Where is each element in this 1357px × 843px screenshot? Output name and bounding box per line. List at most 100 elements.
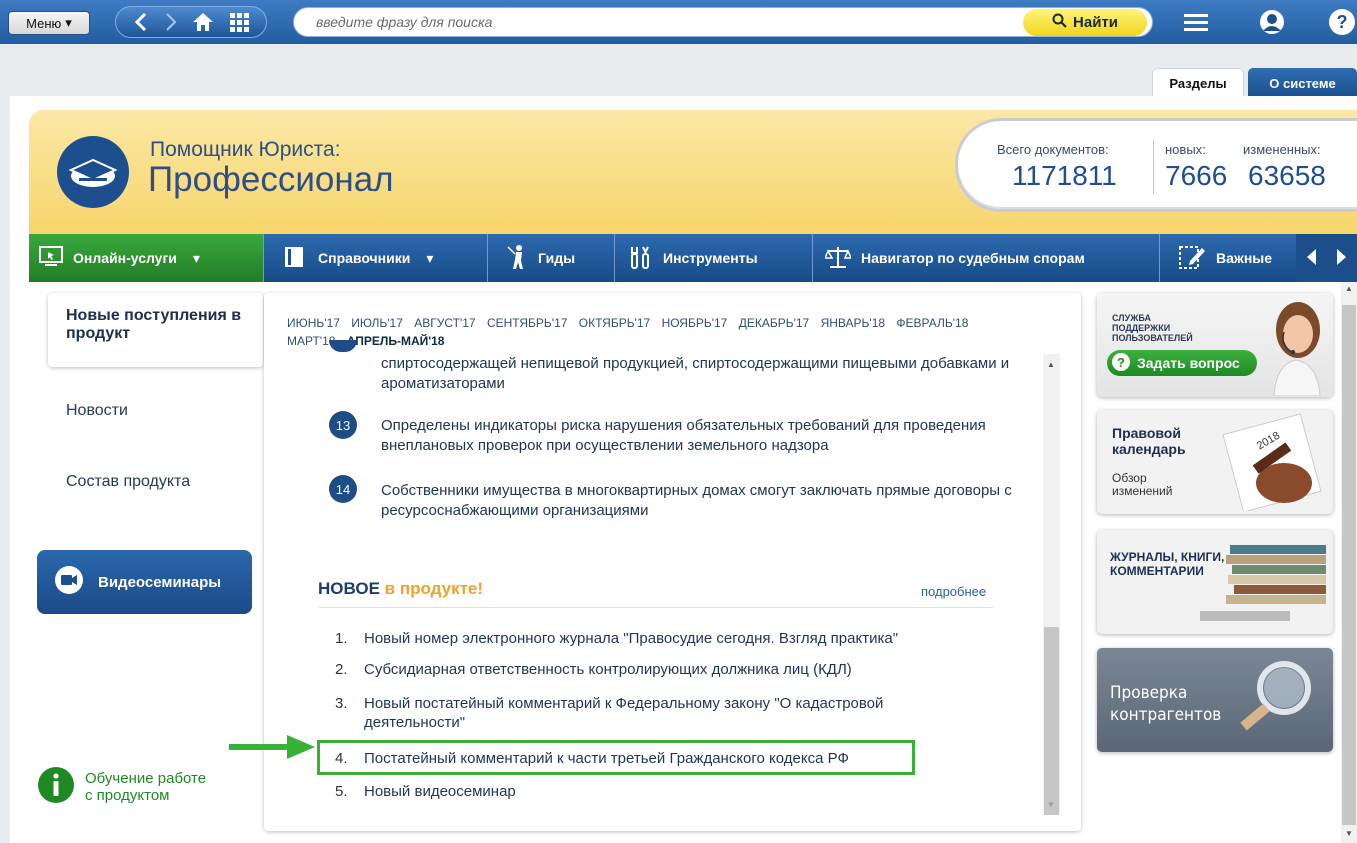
page-scrollbar-thumb[interactable] bbox=[1342, 305, 1356, 825]
new-in-product-title: НОВОЕ в продукте! bbox=[318, 579, 483, 599]
nav-label: Гиды bbox=[538, 250, 576, 266]
info-icon bbox=[37, 766, 75, 807]
magnifier-icon bbox=[1240, 661, 1311, 731]
nav-label: Онлайн-услуги bbox=[73, 250, 177, 266]
search-icon bbox=[1052, 13, 1067, 32]
month-link[interactable]: ИЮЛЬ'17 bbox=[351, 316, 403, 330]
new-product-item[interactable]: 5. Новый видеосеминар bbox=[335, 782, 955, 801]
nav-online-services[interactable]: Онлайн-услуги ▾ bbox=[29, 234, 264, 282]
hamburger-menu-icon[interactable] bbox=[1181, 8, 1211, 36]
changed-docs-label: измененных: bbox=[1243, 142, 1321, 157]
total-docs-value: 1171811 bbox=[1012, 160, 1117, 191]
scroll-down-icon[interactable]: ▼ bbox=[1047, 800, 1055, 809]
home-icon[interactable] bbox=[192, 12, 214, 32]
calendar-subtitle: Обзор изменений bbox=[1112, 472, 1172, 498]
ask-label: Задать вопрос bbox=[1137, 355, 1240, 371]
check-line1: Проверка bbox=[1110, 683, 1188, 703]
new-product-item[interactable]: 3. Новый постатейный комментарий к Федер… bbox=[335, 694, 955, 732]
navbar-scroll-arrows bbox=[1296, 234, 1357, 282]
sidebar-item-composition[interactable]: Состав продукта bbox=[66, 473, 190, 491]
video-seminars-label: Видеосеминары bbox=[98, 573, 222, 591]
check-line2: контрагентов bbox=[1110, 705, 1222, 725]
calendar-sub2: изменений bbox=[1112, 484, 1173, 498]
scroll-down-icon[interactable]: ▼ bbox=[1345, 829, 1353, 838]
sidebar-item-label: Новые поступления в продукт bbox=[66, 307, 242, 342]
book-stack-icon bbox=[1200, 545, 1326, 621]
month-link[interactable]: ЯНВАРЬ'18 bbox=[821, 316, 885, 330]
nav-reference-books[interactable]: Справочники ▾ bbox=[264, 234, 488, 282]
tab-sections[interactable]: Разделы bbox=[1152, 68, 1244, 98]
find-button[interactable]: Найти bbox=[1023, 9, 1147, 36]
user-profile-icon[interactable] bbox=[1257, 8, 1287, 36]
month-link[interactable]: АВГУСТ'17 bbox=[414, 316, 475, 330]
scroll-up-icon[interactable]: ▲ bbox=[1047, 360, 1055, 369]
calendar-title: Правовой календарь bbox=[1112, 425, 1186, 457]
new-product-item[interactable]: 2. Субсидиарная ответственность контроли… bbox=[335, 660, 955, 679]
caret-down-icon: ▾ bbox=[65, 15, 72, 30]
nav-important[interactable]: Важные bbox=[1160, 234, 1296, 282]
new-docs-value[interactable]: 7666 bbox=[1165, 160, 1227, 192]
forward-icon[interactable] bbox=[164, 12, 178, 32]
month-link[interactable]: ОКТЯБРЬ'17 bbox=[579, 316, 650, 330]
nav-guides[interactable]: Гиды bbox=[488, 234, 615, 282]
learning-line1: Обучение работе bbox=[85, 769, 207, 787]
changed-docs-value[interactable]: 63658 bbox=[1248, 160, 1326, 192]
item-text: Новый номер электронного журнала "Правос… bbox=[364, 630, 899, 647]
panel-scrollbar-thumb[interactable] bbox=[1044, 627, 1059, 815]
monitor-icon bbox=[39, 245, 63, 271]
month-link-active[interactable]: АПРЕЛЬ-МАЙ'18 bbox=[347, 334, 445, 348]
more-link[interactable]: подробнее bbox=[921, 584, 986, 599]
find-label: Найти bbox=[1073, 14, 1118, 31]
month-link[interactable]: НОЯБРЬ'17 bbox=[662, 316, 728, 330]
news-item-text[interactable]: Собственники имущества в многоквартирных… bbox=[381, 481, 1021, 521]
scroll-up-icon[interactable]: ▲ bbox=[1345, 284, 1353, 293]
video-seminars-button[interactable]: Видеосеминары bbox=[37, 550, 252, 614]
support-line2: ПОДДЕРЖКИ bbox=[1112, 323, 1171, 333]
tab-about[interactable]: О системе bbox=[1248, 68, 1357, 98]
news-number-badge: 14 bbox=[329, 475, 357, 503]
support-line3: ПОЛЬЗОВАТЕЛЕЙ bbox=[1112, 333, 1193, 343]
learning-line2: с продуктом bbox=[85, 786, 170, 804]
support-operator-avatar bbox=[1273, 302, 1321, 396]
total-docs-label: Всего документов: bbox=[997, 142, 1109, 157]
item-text: Новый постатейный комментарий к Федераль… bbox=[364, 695, 884, 731]
scroll-left-icon[interactable] bbox=[1305, 248, 1317, 269]
svg-text:?: ? bbox=[1117, 355, 1125, 370]
search-input[interactable] bbox=[316, 14, 996, 30]
calendar-line1: Правовой bbox=[1112, 425, 1181, 441]
back-icon[interactable] bbox=[133, 12, 149, 32]
navigation-group bbox=[115, 6, 267, 38]
edit-document-icon bbox=[1178, 244, 1206, 273]
brand-subtitle: Профессионал bbox=[148, 160, 394, 199]
month-link[interactable]: ФЕВРАЛЬ'18 bbox=[896, 316, 968, 330]
nav-tools[interactable]: Инструменты bbox=[615, 234, 813, 282]
calendar-line2: календарь bbox=[1112, 441, 1186, 457]
news-item-text[interactable]: спиртосодержащей непищевой продукцией, с… bbox=[381, 354, 1021, 394]
nav-label: Справочники bbox=[318, 250, 411, 266]
ask-question-button[interactable]: ? Задать вопрос bbox=[1107, 350, 1257, 376]
month-link[interactable]: ДЕКАБРЬ'17 bbox=[739, 316, 810, 330]
highlight-frame bbox=[317, 740, 915, 775]
learning-link[interactable]: Обучение работе с продуктом bbox=[37, 766, 206, 807]
scroll-right-icon[interactable] bbox=[1336, 248, 1348, 269]
menu-button[interactable]: Меню ▾ bbox=[8, 11, 90, 35]
menu-label: Меню bbox=[26, 15, 62, 31]
stats-divider bbox=[1153, 140, 1154, 194]
month-link[interactable]: СЕНТЯБРЬ'17 bbox=[487, 316, 567, 330]
nav-label: Инструменты bbox=[663, 250, 758, 266]
new-title-part1: НОВОЕ bbox=[318, 579, 380, 598]
sidebar-item-news[interactable]: Новости bbox=[66, 402, 128, 420]
new-product-item[interactable]: 1. Новый номер электронного журнала "Пра… bbox=[335, 629, 955, 648]
caret-down-icon: ▾ bbox=[192, 249, 200, 266]
help-icon[interactable]: ? bbox=[1327, 8, 1357, 36]
news-item-text[interactable]: Определены индикаторы риска нарушения об… bbox=[381, 416, 1021, 456]
grid-icon[interactable] bbox=[229, 12, 249, 32]
scales-icon bbox=[823, 245, 853, 272]
nav-court-navigator[interactable]: Навигатор по судебным спорам bbox=[813, 234, 1160, 282]
guide-person-icon bbox=[506, 244, 528, 273]
sidebar-item-new-arrivals[interactable]: Новые поступления в продукт bbox=[48, 293, 263, 367]
video-camera-icon bbox=[54, 565, 84, 599]
item-number: 3. bbox=[335, 695, 348, 712]
month-link[interactable]: ИЮНЬ'17 bbox=[287, 316, 340, 330]
item-text: Субсидиарная ответственность контролирую… bbox=[364, 661, 852, 678]
